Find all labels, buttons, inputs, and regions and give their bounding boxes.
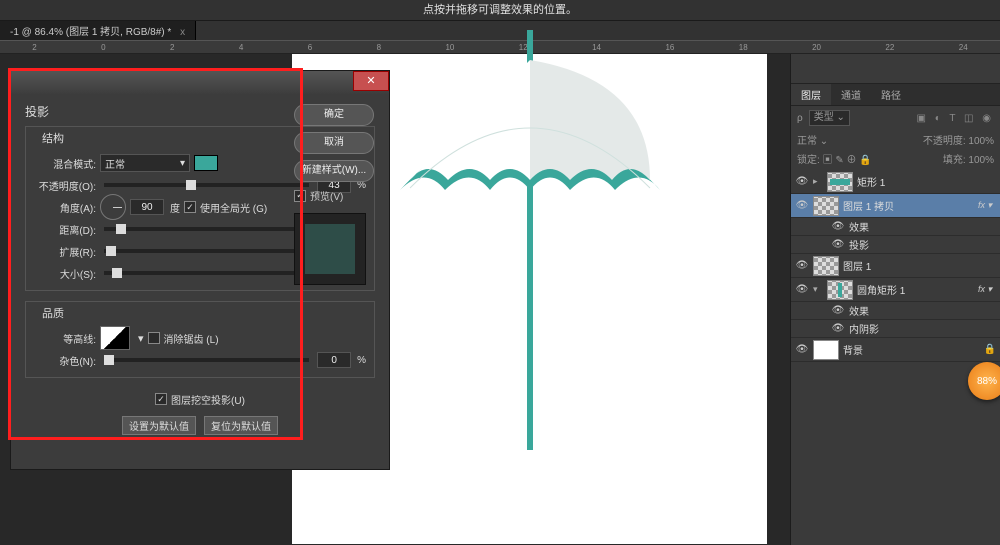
layer-row[interactable]: 👁 ▸ 矩形 1 <box>791 170 1000 194</box>
noise-input[interactable] <box>317 352 351 368</box>
visibility-icon[interactable]: 👁 <box>831 239 845 250</box>
reset-default-button[interactable]: 复位为默认值 <box>204 416 278 435</box>
layer-row[interactable]: 👁 图层 1 拷贝 fx ▾ <box>791 194 1000 218</box>
new-style-button[interactable]: 新建样式(W)... <box>294 160 374 182</box>
visibility-icon[interactable]: 👁 <box>795 260 809 271</box>
distance-slider[interactable] <box>104 227 298 231</box>
spread-slider[interactable] <box>104 249 309 253</box>
zoom-badge[interactable]: 88% <box>968 362 1000 400</box>
umbrella-artwork <box>380 20 680 480</box>
fx-badge[interactable]: fx ▾ <box>978 284 992 295</box>
filter-type-select[interactable]: 类型 ⌄ <box>809 110 850 126</box>
contour-label: 等高线: <box>34 331 96 346</box>
antialias-checkbox[interactable] <box>148 332 160 344</box>
angle-label: 角度(A): <box>34 200 96 215</box>
tab-layers[interactable]: 图层 <box>791 84 831 105</box>
quality-group: 品质 等高线: ▾ 消除锯齿 (L) 杂色(N): % <box>25 301 375 378</box>
blend-mode-panel-select[interactable]: 正常 ⌄ <box>797 132 867 147</box>
lock-icon[interactable]: 🔒 <box>984 344 996 355</box>
filter-icons[interactable]: ▣ ◐ T ◫ ◉ <box>916 113 994 124</box>
layer-thumb[interactable] <box>813 196 839 216</box>
opacity-label: 不透明度(O): <box>34 178 96 193</box>
tab-paths[interactable]: 路径 <box>871 84 911 105</box>
shadow-color-swatch[interactable] <box>194 155 218 171</box>
layer-thumb[interactable] <box>813 256 839 276</box>
knockout-checkbox[interactable]: ✓ <box>155 393 167 405</box>
close-icon[interactable]: x <box>180 27 185 38</box>
make-default-button[interactable]: 设置为默认值 <box>122 416 196 435</box>
size-label: 大小(S): <box>34 266 96 281</box>
fx-badge[interactable]: fx ▾ <box>978 200 992 211</box>
hint-bar: 点按并拖移可调整效果的位置。 <box>0 0 1000 20</box>
layer-effect-row[interactable]: 👁 投影 <box>791 236 1000 254</box>
global-light-checkbox[interactable]: ✓ <box>184 201 196 213</box>
layer-effect-row[interactable]: 👁 效果 <box>791 218 1000 236</box>
dialog-close-button[interactable]: ✕ <box>353 71 389 91</box>
panel-tabs: 图层 通道 路径 <box>791 84 1000 106</box>
opacity-slider[interactable] <box>104 183 309 187</box>
visibility-icon[interactable]: 👁 <box>831 221 845 232</box>
cancel-button[interactable]: 取消 <box>294 132 374 154</box>
visibility-icon[interactable]: 👁 <box>831 305 845 316</box>
blend-mode-select[interactable]: 正常▾ <box>100 154 190 172</box>
document-tab-title: -1 @ 86.4% (图层 1 拷贝, RGB/8#) * <box>10 27 171 38</box>
contour-picker[interactable] <box>100 326 130 350</box>
blend-mode-label: 混合模式: <box>34 156 96 171</box>
layer-thumb[interactable] <box>827 172 853 192</box>
layer-effect-row[interactable]: 👁 内阴影 <box>791 320 1000 338</box>
ok-button[interactable]: 确定 <box>294 104 374 126</box>
layer-thumb[interactable] <box>813 340 839 360</box>
distance-label: 距离(D): <box>34 222 96 237</box>
size-slider[interactable] <box>104 271 298 275</box>
tab-channels[interactable]: 通道 <box>831 84 871 105</box>
document-tab[interactable]: -1 @ 86.4% (图层 1 拷贝, RGB/8#) * x <box>0 21 196 40</box>
layer-effect-row[interactable]: 👁 效果 <box>791 302 1000 320</box>
preview-thumbnail <box>294 213 366 285</box>
visibility-icon[interactable]: 👁 <box>795 344 809 355</box>
spread-label: 扩展(R): <box>34 244 96 259</box>
layer-thumb[interactable] <box>827 280 853 300</box>
layer-row[interactable]: 👁 ▾ 圆角矩形 1 fx ▾ <box>791 278 1000 302</box>
angle-dial[interactable] <box>100 194 126 220</box>
angle-input[interactable] <box>130 199 164 215</box>
visibility-icon[interactable]: 👁 <box>831 323 845 334</box>
visibility-icon[interactable]: 👁 <box>795 284 809 295</box>
layer-row[interactable]: 👁 图层 1 <box>791 254 1000 278</box>
visibility-icon[interactable]: 👁 <box>795 176 809 187</box>
preview-checkbox[interactable]: ✓ <box>294 190 306 202</box>
dialog-titlebar[interactable]: ✕ <box>11 71 389 95</box>
noise-label: 杂色(N): <box>34 353 96 368</box>
layer-list: 👁 ▸ 矩形 1 👁 图层 1 拷贝 fx ▾ 👁 效果 👁 投影 👁 图层 1… <box>791 168 1000 362</box>
right-sidebar: 图层 通道 路径 ρ 类型 ⌄ ▣ ◐ T ◫ ◉ 正常 ⌄ 不透明度: 100… <box>790 54 1000 545</box>
layer-row[interactable]: 👁 背景 🔒 <box>791 338 1000 362</box>
visibility-icon[interactable]: 👁 <box>795 200 809 211</box>
noise-slider[interactable] <box>104 358 309 362</box>
